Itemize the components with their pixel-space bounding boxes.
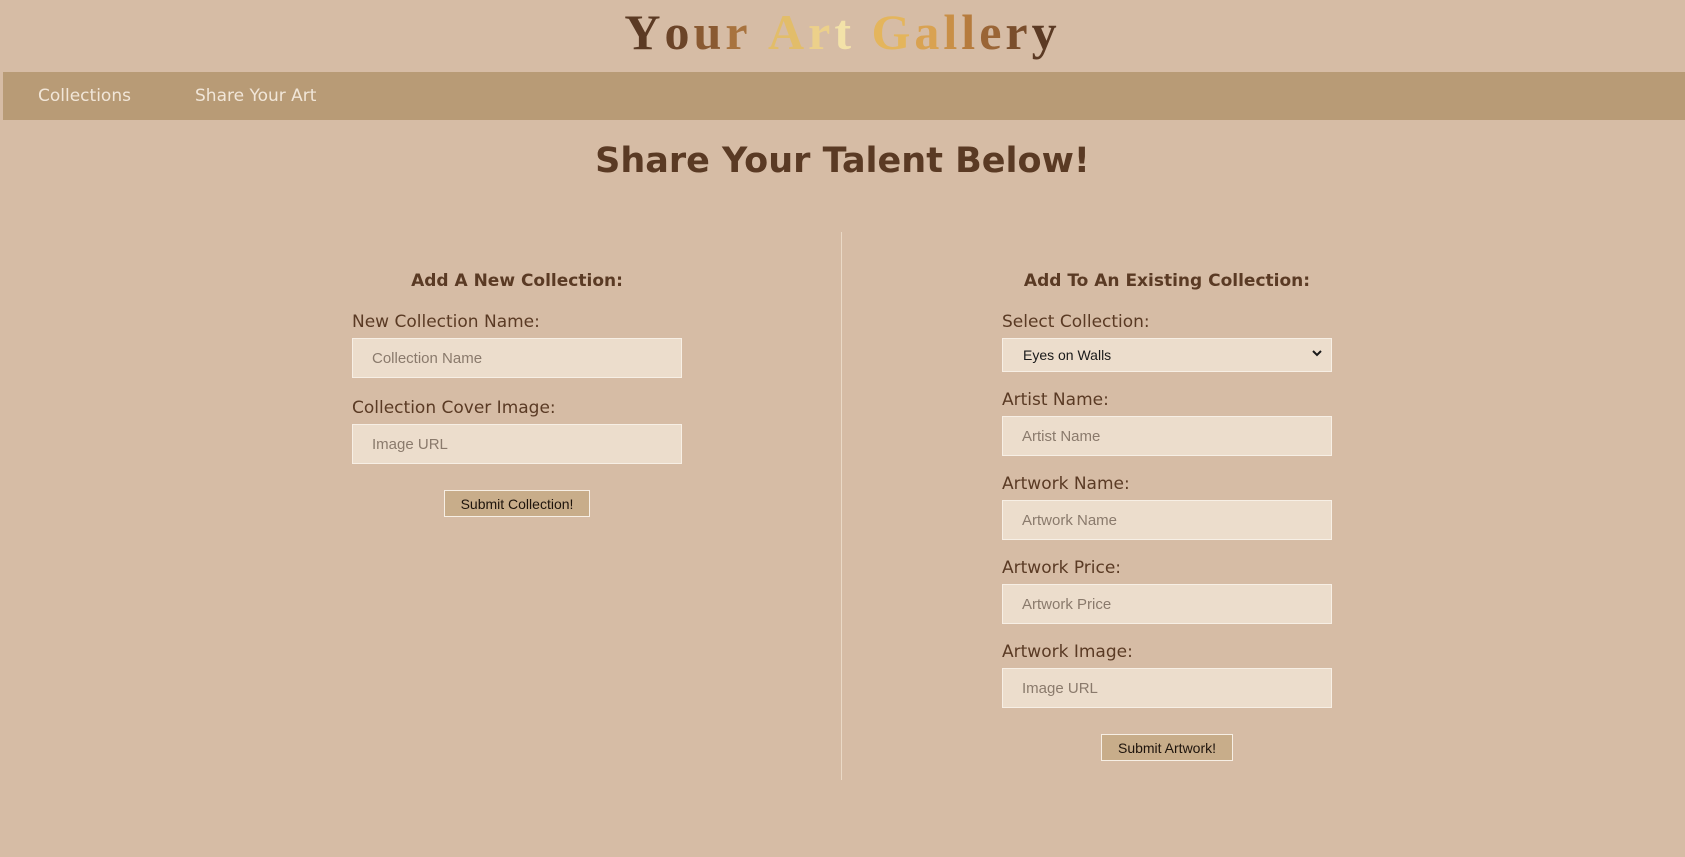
site-title-letter: a (914, 4, 944, 60)
submit-artwork-button[interactable]: Submit Artwork! (1100, 734, 1234, 761)
site-title-letter: u (693, 4, 726, 60)
site-title-letter: r (725, 4, 752, 60)
existing-collection-title: Add To An Existing Collection: (1023, 271, 1311, 291)
site-title-letter: l (961, 4, 980, 60)
site-title-letter: A (768, 4, 809, 60)
artwork-image-label: Artwork Image: (1002, 642, 1133, 662)
site-title-letter (855, 2, 872, 62)
site-title-letter: t (834, 4, 855, 60)
site-title: Your Art Gallery (0, 2, 1685, 62)
artwork-price-input[interactable] (1002, 584, 1332, 624)
nav-link-collections[interactable]: Collections (38, 72, 131, 120)
site-title-letter (752, 2, 769, 62)
artwork-name-input[interactable] (1002, 500, 1332, 540)
artwork-name-label: Artwork Name: (1002, 474, 1130, 494)
column-divider (841, 232, 842, 780)
artwork-image-input[interactable] (1002, 668, 1332, 708)
collection-cover-input[interactable] (352, 424, 682, 464)
artist-name-input[interactable] (1002, 416, 1332, 456)
site-title-letter: e (979, 4, 1006, 60)
site-title-letter: o (664, 4, 694, 60)
collection-select[interactable]: Eyes on Walls (1002, 338, 1332, 372)
select-collection-label: Select Collection: (1002, 312, 1150, 332)
collection-name-label: New Collection Name: (352, 312, 540, 332)
submit-collection-button[interactable]: Submit Collection! (443, 490, 591, 517)
site-title-letter: r (1005, 4, 1032, 60)
collection-name-input[interactable] (352, 338, 682, 378)
site-title-letter: Y (624, 4, 665, 60)
site-title-letter: G (871, 4, 915, 60)
site-title-letter: y (1031, 4, 1061, 60)
nav-link-share-your-art[interactable]: Share Your Art (195, 72, 316, 120)
site-title-letter: l (943, 4, 962, 60)
site-title-letter: r (808, 4, 835, 60)
artist-name-label: Artist Name: (1002, 390, 1109, 410)
artwork-price-label: Artwork Price: (1002, 558, 1122, 578)
new-collection-title: Add A New Collection: (411, 271, 623, 291)
page-heading: Share Your Talent Below! (595, 141, 1090, 181)
navbar: Collections Share Your Art (3, 72, 1685, 120)
new-collection-form: Add A New Collection: New Collection Nam… (352, 262, 682, 517)
collection-cover-label: Collection Cover Image: (352, 398, 556, 418)
collection-select-wrapper: Eyes on Walls (1002, 338, 1332, 372)
existing-collection-form: Add To An Existing Collection: Select Co… (1002, 262, 1332, 761)
